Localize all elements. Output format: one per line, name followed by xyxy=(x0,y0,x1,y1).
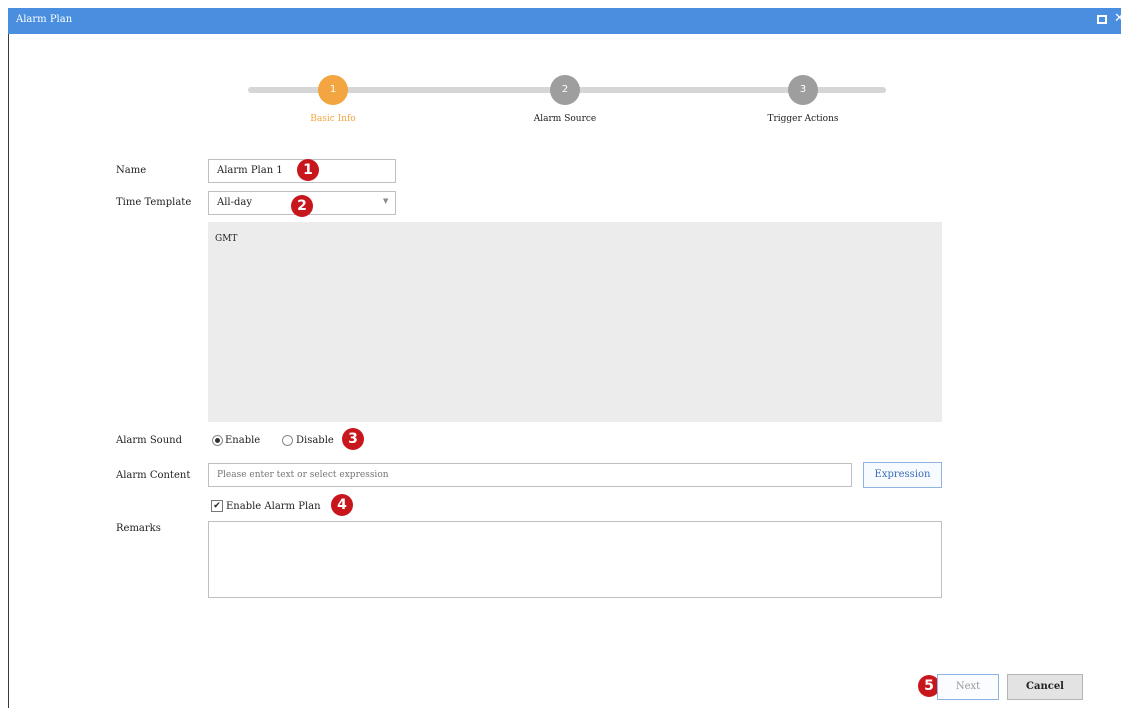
window-title: Alarm Plan xyxy=(16,14,73,25)
expression-button[interactable]: Expression xyxy=(863,462,942,488)
alarm-sound-disable-label[interactable]: Disable xyxy=(296,435,334,446)
remarks-label: Remarks xyxy=(116,523,161,534)
enable-plan-checkbox[interactable]: ✔ xyxy=(211,500,223,512)
step-2-circle: 2 xyxy=(550,75,580,105)
alarm-sound-label: Alarm Sound xyxy=(116,435,182,446)
step-1-circle: 1 xyxy=(318,75,348,105)
time-template-value: All-day xyxy=(217,197,253,208)
title-bar: Alarm Plan ✕ xyxy=(8,8,1121,34)
remarks-textarea[interactable] xyxy=(208,521,942,598)
callout-badge-1: 1 xyxy=(297,159,319,181)
schedule-area: GMT xyxy=(208,222,942,422)
chevron-down-icon[interactable]: ▼ xyxy=(383,197,388,205)
name-label: Name xyxy=(116,165,147,176)
next-button[interactable]: Next xyxy=(937,674,999,700)
alarm-sound-disable-radio[interactable] xyxy=(282,435,293,446)
name-value: Alarm Plan 1 xyxy=(217,165,283,176)
cancel-button[interactable]: Cancel xyxy=(1007,674,1083,700)
close-icon[interactable]: ✕ xyxy=(1114,11,1121,26)
radio-selected-dot xyxy=(215,438,220,443)
step-2-label: Alarm Source xyxy=(533,114,597,124)
alarm-sound-enable-label[interactable]: Enable xyxy=(225,435,260,446)
callout-badge-3: 3 xyxy=(342,428,364,450)
step-3-circle: 3 xyxy=(788,75,818,105)
schedule-timezone: GMT xyxy=(215,234,238,244)
step-3-label: Trigger Actions xyxy=(767,114,839,124)
alarm-content-input[interactable] xyxy=(208,463,852,487)
callout-badge-4: 4 xyxy=(331,494,353,516)
enable-plan-label[interactable]: Enable Alarm Plan xyxy=(226,501,321,512)
window-border xyxy=(8,34,9,708)
step-1-label: Basic Info xyxy=(310,114,356,124)
callout-badge-2: 2 xyxy=(291,195,313,217)
maximize-icon[interactable] xyxy=(1097,15,1107,24)
alarm-content-label: Alarm Content xyxy=(116,470,191,481)
alarm-sound-enable-radio[interactable] xyxy=(212,435,223,446)
time-template-label: Time Template xyxy=(116,197,192,208)
